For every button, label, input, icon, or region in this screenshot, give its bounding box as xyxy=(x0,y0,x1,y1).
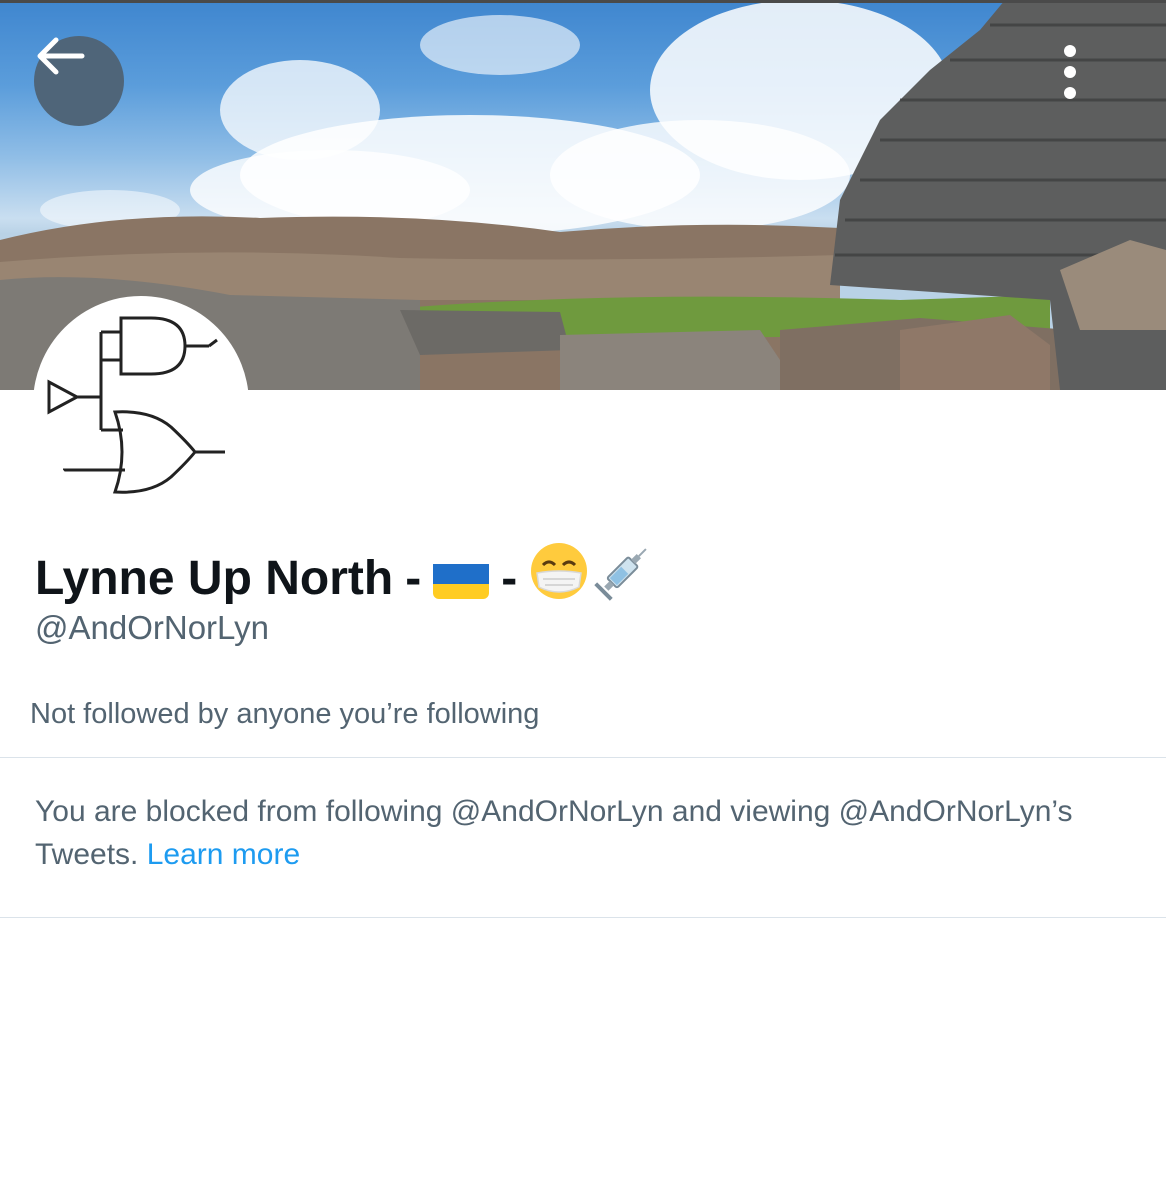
back-button[interactable] xyxy=(34,36,124,126)
divider xyxy=(0,757,1166,758)
learn-more-link[interactable]: Learn more xyxy=(147,838,300,871)
ukraine-flag-icon xyxy=(433,559,490,599)
avatar[interactable] xyxy=(33,296,249,512)
syringe-icon xyxy=(593,540,655,617)
name-separator: - xyxy=(405,551,422,605)
blocked-notice: You are blocked from following @AndOrNor… xyxy=(35,790,1135,876)
vertical-ellipsis-icon xyxy=(1064,45,1076,99)
profile-handle: @AndOrNorLyn xyxy=(35,609,270,646)
arrow-left-icon xyxy=(37,37,85,75)
medical-mask-face-icon xyxy=(529,541,589,616)
followers-you-know-note[interactable]: Not followed by anyone you’re following xyxy=(30,694,539,734)
divider xyxy=(0,917,1166,918)
logic-gates-avatar-image xyxy=(47,316,225,494)
profile-name-text: Lynne Up North xyxy=(35,551,394,605)
name-separator: - xyxy=(501,551,518,605)
top-edge xyxy=(0,0,1166,3)
more-options-button[interactable] xyxy=(1062,42,1122,120)
